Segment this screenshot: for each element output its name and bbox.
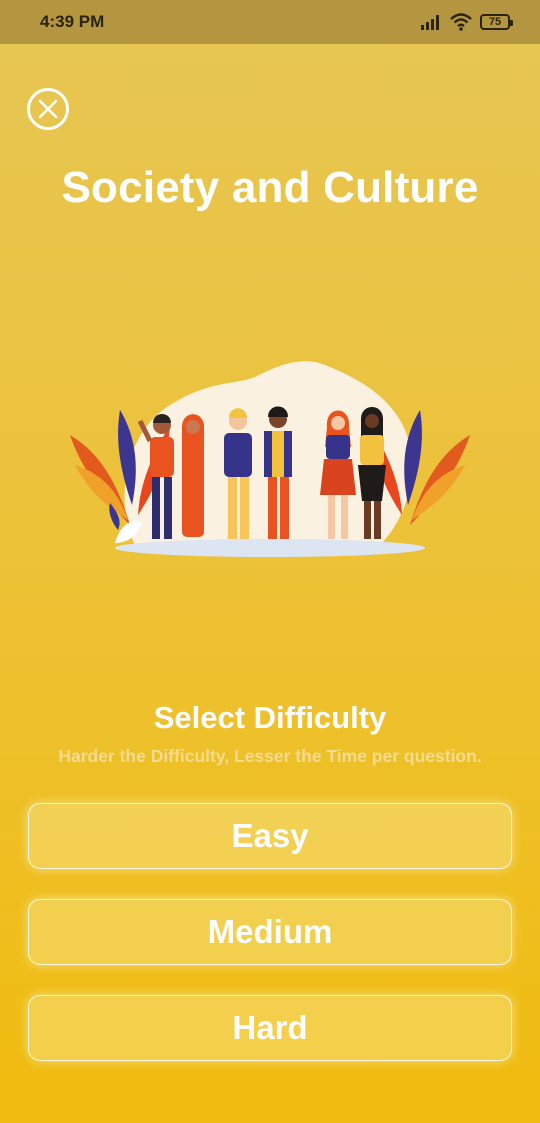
close-button[interactable]	[27, 88, 69, 130]
battery-icon: 75	[480, 14, 513, 30]
signal-icon	[421, 15, 439, 30]
hard-button[interactable]: Hard	[28, 995, 512, 1061]
status-bar: 4:39 PM 75	[0, 0, 540, 44]
medium-button-label: Medium	[207, 913, 333, 950]
status-time: 4:39 PM	[40, 12, 105, 31]
close-icon	[38, 99, 58, 119]
battery-level: 75	[488, 16, 502, 28]
wifi-icon	[450, 13, 472, 31]
page-title: Society and Culture	[61, 163, 479, 212]
hard-button-label: Hard	[232, 1009, 308, 1046]
difficulty-heading: Select Difficulty	[153, 700, 387, 735]
easy-button[interactable]: Easy	[28, 803, 512, 869]
easy-button-label: Easy	[231, 817, 309, 854]
group-of-people-illustration	[70, 361, 470, 557]
medium-button[interactable]: Medium	[28, 899, 512, 965]
person-2	[182, 414, 204, 537]
difficulty-screen: 4:39 PM 75 Society and Culture Select Di…	[0, 0, 540, 1123]
difficulty-hint: Harder the Difficulty, Lesser the Time p…	[58, 746, 482, 766]
status-icons: 75	[420, 11, 513, 33]
